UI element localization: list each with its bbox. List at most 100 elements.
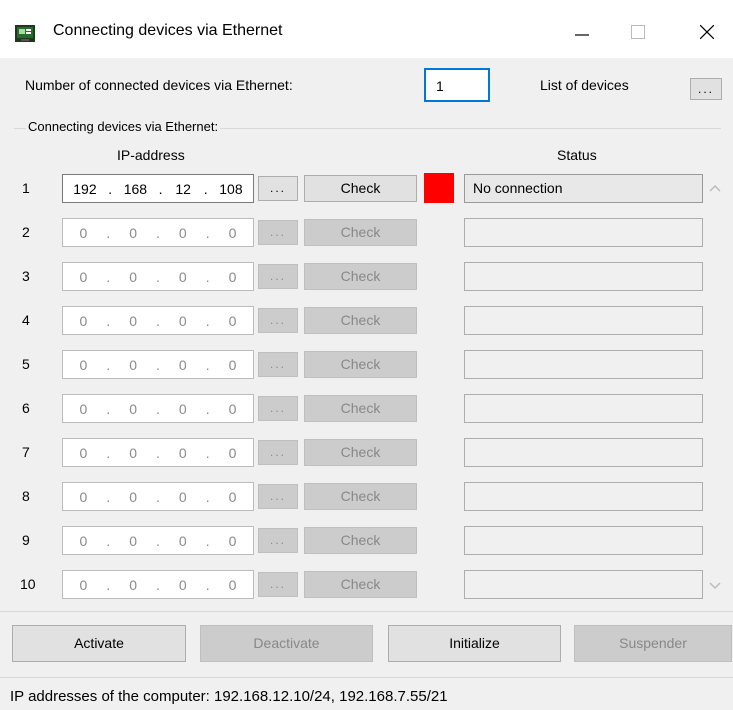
device-list-label: List of devices bbox=[540, 77, 629, 93]
device-list-button[interactable]: ... bbox=[690, 78, 722, 100]
minimize-icon bbox=[575, 34, 589, 36]
ip-octet: 0 bbox=[178, 576, 187, 593]
ip-address-field[interactable]: 0. 0. 0. 0 bbox=[62, 438, 254, 467]
ip-octet: 0 bbox=[178, 488, 187, 505]
window-title: Connecting devices via Ethernet bbox=[53, 22, 283, 39]
chevron-down-icon[interactable] bbox=[708, 580, 722, 592]
ip-browse-button[interactable]: ... bbox=[258, 440, 298, 465]
initialize-button[interactable]: Initialize bbox=[388, 625, 561, 662]
ip-dot: . bbox=[205, 400, 210, 417]
ip-browse-button[interactable]: ... bbox=[258, 484, 298, 509]
maximize-icon bbox=[631, 25, 645, 39]
ip-address-field[interactable]: 0. 0. 0. 0 bbox=[62, 350, 254, 379]
ip-octet: 0 bbox=[79, 532, 88, 549]
ip-dot: . bbox=[156, 224, 160, 241]
check-button[interactable]: Check bbox=[304, 483, 417, 510]
activate-button[interactable]: Activate bbox=[12, 625, 186, 662]
ip-dot: . bbox=[158, 180, 163, 197]
ip-octet: 0 bbox=[129, 356, 137, 373]
chevron-up-icon[interactable] bbox=[708, 182, 722, 194]
close-button[interactable] bbox=[685, 14, 729, 50]
computer-ip-addresses: IP addresses of the computer: 192.168.12… bbox=[10, 688, 448, 705]
check-button[interactable]: Check bbox=[304, 395, 417, 422]
status-field bbox=[464, 306, 703, 335]
ip-dot: . bbox=[106, 312, 111, 329]
check-button[interactable]: Check bbox=[304, 263, 417, 290]
ip-octet: 0 bbox=[79, 268, 88, 285]
ip-octet: 0 bbox=[129, 576, 137, 593]
ip-octet: 0 bbox=[178, 356, 187, 373]
ip-octet: 0 bbox=[178, 532, 187, 549]
status-field bbox=[464, 438, 703, 467]
status-field bbox=[464, 218, 703, 247]
ip-octet: 0 bbox=[79, 444, 88, 461]
row-number: 7 bbox=[22, 444, 30, 460]
check-button[interactable]: Check bbox=[304, 527, 417, 554]
ip-browse-button[interactable]: ... bbox=[258, 264, 298, 289]
ip-address-field[interactable]: 0. 0. 0. 0 bbox=[62, 570, 254, 599]
ip-dot: . bbox=[205, 312, 210, 329]
ip-browse-button[interactable]: ... bbox=[258, 572, 298, 597]
ip-browse-button[interactable]: ... bbox=[258, 308, 298, 333]
ip-address-field[interactable]: 0. 0. 0. 0 bbox=[62, 482, 254, 511]
ip-octet: 0 bbox=[79, 488, 88, 505]
ip-octet: 0 bbox=[178, 312, 187, 329]
check-button[interactable]: Check bbox=[304, 307, 417, 334]
ip-octet: 0 bbox=[228, 268, 237, 285]
status-field bbox=[464, 570, 703, 599]
ip-browse-button[interactable]: ... bbox=[258, 176, 298, 201]
status-field bbox=[464, 526, 703, 555]
ip-octet: 168 bbox=[123, 180, 148, 197]
ip-dot: . bbox=[205, 532, 210, 549]
ip-address-field[interactable]: 0. 0. 0. 0 bbox=[62, 306, 254, 335]
ip-dot: . bbox=[106, 532, 111, 549]
ip-address-field[interactable]: 0. 0. 0. 0 bbox=[62, 262, 254, 291]
ip-octet: 0 bbox=[228, 488, 237, 505]
maximize-button[interactable] bbox=[616, 14, 660, 50]
ip-octet: 0 bbox=[129, 312, 137, 329]
device-count-input[interactable]: 1 bbox=[424, 68, 490, 102]
status-field bbox=[464, 394, 703, 423]
row-number: 9 bbox=[22, 532, 30, 548]
row-number: 5 bbox=[22, 356, 30, 372]
ip-octet: 0 bbox=[178, 224, 187, 241]
ip-browse-button[interactable]: ... bbox=[258, 352, 298, 377]
minimize-button[interactable] bbox=[560, 14, 604, 50]
ip-dot: . bbox=[156, 400, 160, 417]
ip-octet: 0 bbox=[129, 532, 137, 549]
ip-dot: . bbox=[106, 356, 111, 373]
check-button[interactable]: Check bbox=[304, 571, 417, 598]
connection-status-indicator bbox=[424, 173, 454, 203]
status-field bbox=[464, 350, 703, 379]
deactivate-button[interactable]: Deactivate bbox=[200, 625, 373, 662]
check-button[interactable]: Check bbox=[304, 351, 417, 378]
ip-dot: . bbox=[156, 488, 160, 505]
divider bbox=[0, 677, 733, 678]
check-button[interactable]: Check bbox=[304, 175, 417, 202]
row-number: 1 bbox=[22, 180, 30, 196]
ip-address-field[interactable]: 0. 0. 0. 0 bbox=[62, 526, 254, 555]
ip-address-header: IP-address bbox=[117, 147, 185, 163]
ip-octet: 0 bbox=[79, 576, 88, 593]
close-icon bbox=[700, 25, 714, 39]
row-number: 6 bbox=[22, 400, 30, 416]
status-field bbox=[464, 262, 703, 291]
status-field bbox=[464, 482, 703, 511]
ip-octet: 0 bbox=[178, 444, 187, 461]
check-button[interactable]: Check bbox=[304, 439, 417, 466]
ip-address-field[interactable]: 0. 0. 0. 0 bbox=[62, 394, 254, 423]
app-icon bbox=[15, 25, 35, 42]
ip-address-field[interactable]: 192. 168. 12. 108 bbox=[62, 174, 254, 203]
check-button[interactable]: Check bbox=[304, 219, 417, 246]
ip-browse-button[interactable]: ... bbox=[258, 396, 298, 421]
ip-dot: . bbox=[205, 444, 210, 461]
ip-octet: 0 bbox=[228, 224, 237, 241]
row-number: 10 bbox=[20, 576, 36, 592]
ip-octet: 0 bbox=[228, 356, 237, 373]
ip-dot: . bbox=[205, 224, 210, 241]
ip-address-field[interactable]: 0. 0. 0. 0 bbox=[62, 218, 254, 247]
ip-browse-button[interactable]: ... bbox=[258, 528, 298, 553]
ip-dot: . bbox=[156, 268, 160, 285]
suspender-button[interactable]: Suspender bbox=[574, 625, 732, 662]
ip-browse-button[interactable]: ... bbox=[258, 220, 298, 245]
